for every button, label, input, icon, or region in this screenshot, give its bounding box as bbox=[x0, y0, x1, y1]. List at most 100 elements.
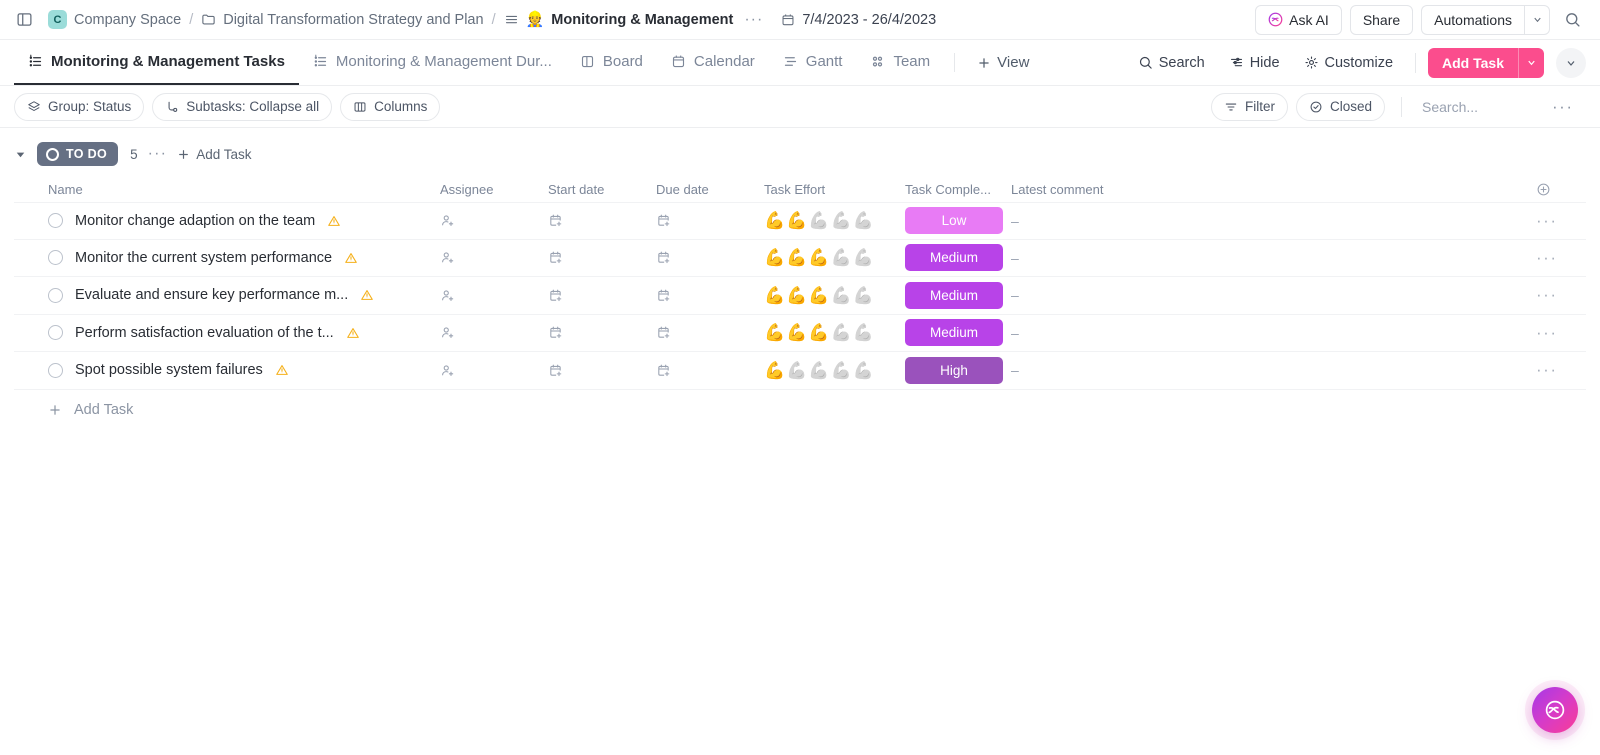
effort-biceps-icon[interactable]: 💪 bbox=[853, 212, 874, 229]
start-date-cell[interactable] bbox=[548, 363, 656, 378]
assignee-cell[interactable] bbox=[440, 250, 548, 265]
due-date-cell[interactable] bbox=[656, 213, 764, 228]
row-overflow-button[interactable]: ··· bbox=[1536, 249, 1586, 266]
effort-biceps-icon[interactable]: 💪 bbox=[808, 287, 829, 304]
effort-biceps-icon[interactable]: 💪 bbox=[808, 249, 829, 266]
ai-assistant-fab[interactable] bbox=[1532, 687, 1578, 733]
column-header-name[interactable]: Name bbox=[48, 182, 440, 197]
assignee-cell[interactable] bbox=[440, 363, 548, 378]
effort-biceps-icon[interactable]: 💪 bbox=[808, 362, 829, 379]
tab-board[interactable]: Board bbox=[566, 40, 657, 85]
effort-biceps-icon[interactable]: 💪 bbox=[831, 212, 852, 229]
breadcrumb-space[interactable]: C Company Space bbox=[48, 10, 181, 29]
column-header-task-effort[interactable]: Task Effort bbox=[764, 182, 905, 197]
effort-biceps-icon[interactable]: 💪 bbox=[786, 287, 807, 304]
latest-comment-cell[interactable]: – bbox=[1011, 287, 1536, 303]
row-overflow-button[interactable]: ··· bbox=[1536, 212, 1586, 229]
task-title[interactable]: Spot possible system failures bbox=[75, 362, 263, 378]
filter-button[interactable]: Filter bbox=[1210, 92, 1288, 121]
task-effort-cell[interactable]: 💪 💪 💪 💪 💪 bbox=[764, 212, 905, 229]
breadcrumb-list[interactable]: 👷 Monitoring & Management bbox=[504, 12, 733, 28]
effort-biceps-icon[interactable]: 💪 bbox=[831, 287, 852, 304]
task-complexity-cell[interactable]: Medium bbox=[905, 244, 1011, 272]
view-more-button[interactable] bbox=[1556, 47, 1586, 78]
sidebar-toggle-button[interactable] bbox=[10, 6, 38, 34]
footer-add-task-button[interactable]: Add Task bbox=[14, 390, 1586, 430]
add-column-button[interactable] bbox=[1536, 182, 1586, 197]
effort-biceps-icon[interactable]: 💪 bbox=[764, 287, 785, 304]
search-input[interactable] bbox=[1422, 98, 1540, 115]
closed-button[interactable]: Closed bbox=[1295, 92, 1385, 121]
complexity-badge[interactable]: Low bbox=[905, 207, 1003, 235]
complexity-badge[interactable]: Medium bbox=[905, 281, 1003, 309]
table-row[interactable]: Spot possible system failures 💪 💪 💪 💪 💪 High… bbox=[14, 352, 1586, 390]
task-title[interactable]: Monitor change adaption on the team bbox=[75, 213, 315, 229]
row-overflow-button[interactable]: ··· bbox=[1536, 286, 1586, 303]
effort-biceps-icon[interactable]: 💪 bbox=[808, 324, 829, 341]
date-range[interactable]: 7/4/2023 - 26/4/2023 bbox=[781, 12, 936, 28]
task-effort-cell[interactable]: 💪 💪 💪 💪 💪 bbox=[764, 362, 905, 379]
latest-comment-cell[interactable]: – bbox=[1011, 325, 1536, 341]
effort-biceps-icon[interactable]: 💪 bbox=[831, 362, 852, 379]
customize-button[interactable]: Customize bbox=[1294, 49, 1404, 77]
latest-comment-cell[interactable]: – bbox=[1011, 213, 1536, 229]
columns-button[interactable]: Columns bbox=[340, 92, 441, 121]
automations-button[interactable]: Automations bbox=[1421, 4, 1524, 35]
row-overflow-button[interactable]: ··· bbox=[1536, 324, 1586, 341]
group-by-button[interactable]: Group: Status bbox=[14, 92, 145, 121]
task-complete-checkbox[interactable] bbox=[48, 287, 63, 303]
table-row[interactable]: Monitor change adaption on the team 💪 💪 💪 💪… bbox=[14, 202, 1586, 240]
subtasks-button[interactable]: Subtasks: Collapse all bbox=[152, 92, 333, 121]
task-effort-cell[interactable]: 💪 💪 💪 💪 💪 bbox=[764, 324, 905, 341]
add-task-button[interactable]: Add Task bbox=[1428, 47, 1518, 78]
assignee-cell[interactable] bbox=[440, 288, 548, 303]
due-date-cell[interactable] bbox=[656, 250, 764, 265]
task-title[interactable]: Perform satisfaction evaluation of the t… bbox=[75, 325, 334, 341]
group-add-task-button[interactable]: Add Task bbox=[177, 147, 252, 162]
tab-team[interactable]: Team bbox=[856, 40, 944, 85]
task-effort-cell[interactable]: 💪 💪 💪 💪 💪 bbox=[764, 249, 905, 266]
task-title[interactable]: Monitor the current system performance bbox=[75, 250, 332, 266]
assignee-cell[interactable] bbox=[440, 325, 548, 340]
global-search-button[interactable] bbox=[1558, 6, 1586, 34]
task-complexity-cell[interactable]: Low bbox=[905, 207, 1011, 235]
status-badge-todo[interactable]: TO DO bbox=[37, 142, 119, 166]
tab-monitoring-management-tasks[interactable]: Monitoring & Management Tasks bbox=[14, 40, 299, 85]
effort-biceps-icon[interactable]: 💪 bbox=[853, 249, 874, 266]
task-title[interactable]: Evaluate and ensure key performance m... bbox=[75, 287, 348, 303]
complexity-badge[interactable]: High bbox=[905, 356, 1003, 384]
task-complete-checkbox[interactable] bbox=[48, 325, 63, 341]
latest-comment-cell[interactable]: – bbox=[1011, 250, 1536, 266]
table-row[interactable]: Perform satisfaction evaluation of the t… bbox=[14, 315, 1586, 352]
start-date-cell[interactable] bbox=[548, 325, 656, 340]
complexity-badge[interactable]: Medium bbox=[905, 319, 1003, 347]
start-date-cell[interactable] bbox=[548, 250, 656, 265]
task-effort-cell[interactable]: 💪 💪 💪 💪 💪 bbox=[764, 287, 905, 304]
due-date-cell[interactable] bbox=[656, 325, 764, 340]
effort-biceps-icon[interactable]: 💪 bbox=[764, 362, 785, 379]
task-complete-checkbox[interactable] bbox=[48, 213, 63, 229]
hide-button[interactable]: Hide bbox=[1219, 49, 1290, 77]
tab-calendar[interactable]: Calendar bbox=[657, 40, 769, 85]
share-button[interactable]: Share bbox=[1349, 4, 1414, 35]
due-date-cell[interactable] bbox=[656, 363, 764, 378]
ask-ai-button[interactable]: Ask AI bbox=[1255, 4, 1342, 35]
effort-biceps-icon[interactable]: 💪 bbox=[786, 362, 807, 379]
complexity-badge[interactable]: Medium bbox=[905, 244, 1003, 272]
effort-biceps-icon[interactable]: 💪 bbox=[853, 324, 874, 341]
row-overflow-button[interactable]: ··· bbox=[1536, 361, 1586, 378]
start-date-cell[interactable] bbox=[548, 213, 656, 228]
due-date-cell[interactable] bbox=[656, 288, 764, 303]
automations-caret-button[interactable] bbox=[1524, 4, 1550, 35]
effort-biceps-icon[interactable]: 💪 bbox=[764, 324, 785, 341]
group-overflow-button[interactable]: ··· bbox=[148, 146, 168, 162]
search-button[interactable]: Search bbox=[1128, 49, 1215, 77]
effort-biceps-icon[interactable]: 💪 bbox=[831, 324, 852, 341]
breadcrumb-folder[interactable]: Digital Transformation Strategy and Plan bbox=[201, 12, 484, 28]
start-date-cell[interactable] bbox=[548, 288, 656, 303]
effort-biceps-icon[interactable]: 💪 bbox=[786, 212, 807, 229]
column-header-latest-comment[interactable]: Latest comment bbox=[1011, 182, 1536, 197]
task-complete-checkbox[interactable] bbox=[48, 362, 63, 378]
column-header-task-complexity[interactable]: Task Comple... bbox=[905, 182, 1011, 197]
group-collapse-button[interactable] bbox=[14, 148, 27, 161]
